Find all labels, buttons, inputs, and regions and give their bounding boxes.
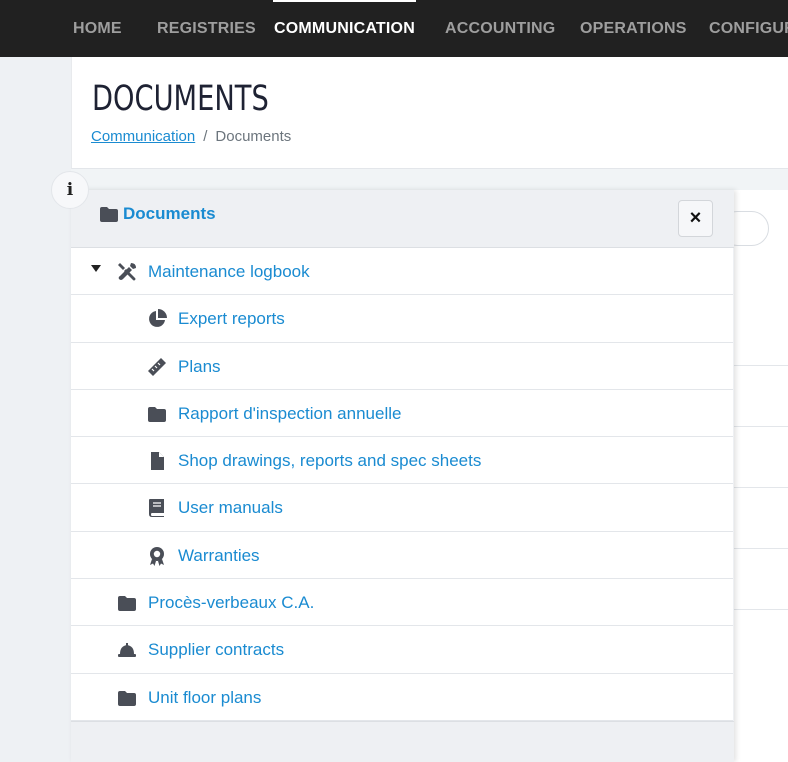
nav-item-operations[interactable]: OPERATIONS [580,0,687,57]
tree-item-plans[interactable]: Plans [71,343,733,390]
page-title: DOCUMENTS [92,79,269,119]
tree-item-rapport-inspection[interactable]: Rapport d'inspection annuelle [71,390,733,438]
breadcrumb-current: Documents [215,128,292,145]
tools-icon [118,263,136,281]
info-button[interactable]: i [51,171,89,209]
breadcrumb-link-communication[interactable]: Communication [91,128,195,145]
panel-footer [71,721,734,762]
background-divider [734,365,788,366]
tree-item-maintenance-logbook[interactable]: Maintenance logbook [71,248,733,296]
nav-item-home[interactable]: HOME [73,0,122,57]
hard-hat-icon [118,643,136,658]
documents-panel: Documents × Maintenance logbook Expert r… [71,190,734,762]
folder-icon [118,596,136,612]
tree-item-warranties[interactable]: Warranties [71,532,733,580]
tree-item-supplier-contracts[interactable]: Supplier contracts [71,626,733,674]
tree-item-label[interactable]: Expert reports [178,309,285,329]
tree-item-shop-drawings[interactable]: Shop drawings, reports and spec sheets [71,437,733,485]
close-button[interactable]: × [678,200,713,237]
folder-icon [148,406,166,422]
book-icon [149,499,164,518]
background-divider [734,548,788,549]
nav-item-configuration[interactable]: CONFIGUR [709,0,788,57]
panel-header: Documents × [71,190,734,248]
background-divider [734,609,788,610]
top-navigation: HOME REGISTRIES COMMUNICATION ACCOUNTING… [0,0,788,57]
award-icon [150,546,164,566]
nav-item-accounting[interactable]: ACCOUNTING [445,0,555,57]
tree-item-label[interactable]: Supplier contracts [148,640,284,660]
tree-item-unit-floor-plans[interactable]: Unit floor plans [71,674,733,721]
breadcrumb: Communication / Documents [91,128,291,145]
tree-item-label[interactable]: Procès-verbeaux C.A. [148,593,314,613]
ruler-icon [148,357,166,376]
caret-down-icon[interactable] [91,265,101,272]
background-divider [734,426,788,427]
background-divider [734,487,788,488]
tree-item-label[interactable]: Warranties [178,546,260,566]
nav-item-registries[interactable]: REGISTRIES [157,0,256,57]
tree-item-label[interactable]: Plans [178,357,221,377]
nav-item-communication[interactable]: COMMUNICATION [273,0,416,57]
tree-item-user-manuals[interactable]: User manuals [71,484,733,532]
folder-icon [100,207,118,222]
breadcrumb-separator: / [203,128,208,145]
document-tree: Maintenance logbook Expert reports Plans… [71,248,733,721]
tree-item-label[interactable]: Unit floor plans [148,688,261,708]
file-icon [151,452,164,471]
tree-item-label[interactable]: User manuals [178,498,283,518]
panel-title[interactable]: Documents [123,204,216,224]
pie-chart-icon [149,309,167,328]
tree-item-expert-reports[interactable]: Expert reports [71,295,733,343]
page-header: DOCUMENTS Communication / Documents [71,57,788,169]
tree-item-proces-verbeaux[interactable]: Procès-verbeaux C.A. [71,579,733,627]
tree-item-label[interactable]: Maintenance logbook [148,262,310,282]
folder-icon [118,690,136,706]
left-sidebar-strip [0,57,71,762]
tree-item-label[interactable]: Rapport d'inspection annuelle [178,404,401,424]
tree-item-label[interactable]: Shop drawings, reports and spec sheets [178,451,481,471]
